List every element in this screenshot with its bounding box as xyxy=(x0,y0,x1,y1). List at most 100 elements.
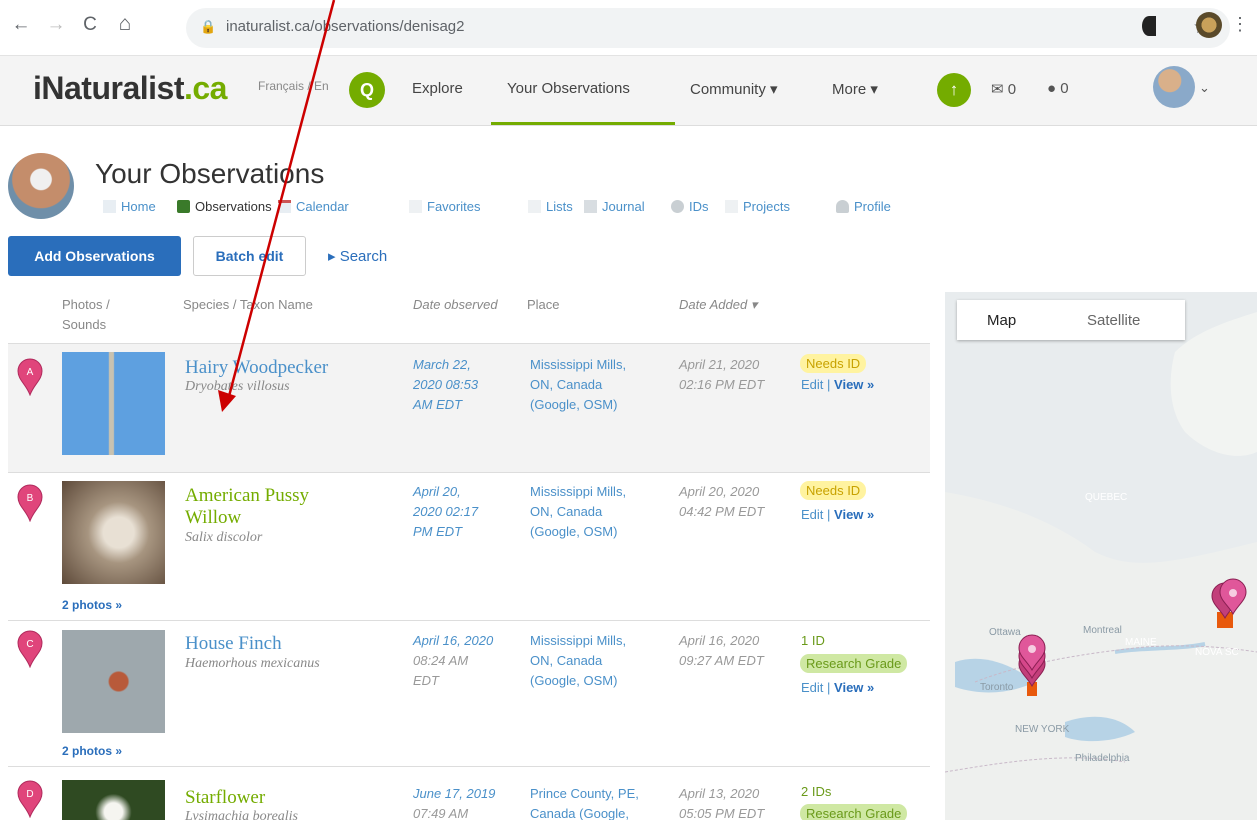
col-photos-header: Photos / Sounds xyxy=(62,297,110,332)
nav-more[interactable]: More ▾ xyxy=(832,80,878,98)
url-text[interactable]: inaturalist.ca/observations/denisag2 xyxy=(226,18,464,35)
status-badge: Research Grade xyxy=(800,654,908,673)
observation-photo[interactable] xyxy=(62,352,165,455)
map-canvas xyxy=(945,292,1257,820)
date-added: April 20, 2020 04:42 PM EDT xyxy=(679,484,765,519)
satellite-tab[interactable]: Satellite xyxy=(1087,312,1140,329)
status-badge: Needs ID xyxy=(800,481,867,500)
species-scientific-name: Haemorhous mexicanus xyxy=(185,656,320,671)
view-link[interactable]: View » xyxy=(834,377,874,392)
subnav-observations[interactable]: Observations xyxy=(177,199,272,214)
add-observations-button[interactable]: Add Observations xyxy=(8,236,181,276)
person-icon xyxy=(836,200,849,213)
forward-icon[interactable]: → xyxy=(43,14,69,36)
date-observed[interactable]: March 22, 2020 08:53 AM EDT xyxy=(413,355,523,415)
projects-icon xyxy=(725,200,738,213)
upload-icon[interactable]: ↑ xyxy=(937,73,971,107)
species-common-name[interactable]: Starflower xyxy=(185,787,395,809)
observations-map[interactable]: Ottawa Montreal Toronto NEW YORK Philade… xyxy=(945,292,1257,820)
subnav-profile[interactable]: Profile xyxy=(836,199,891,214)
map-label-toronto: Toronto xyxy=(980,682,1014,693)
map-label-new-york: NEW YORK xyxy=(1015,724,1070,735)
observation-photo[interactable] xyxy=(62,481,165,584)
date-observed[interactable]: April 20, 2020 02:17 PM EDT xyxy=(413,482,523,542)
subnav-journal[interactable]: Journal xyxy=(584,199,645,214)
back-icon[interactable]: ← xyxy=(8,14,34,36)
place[interactable]: Mississippi Mills, ON, Canada (Google, OSM… xyxy=(530,631,660,691)
search-icon[interactable]: Q xyxy=(349,72,385,108)
nav-your-observations[interactable]: Your Observations xyxy=(507,80,630,97)
view-link[interactable]: View » xyxy=(834,507,874,522)
browser-menu-icon[interactable]: ⋮ xyxy=(1231,14,1249,35)
binoculars-icon xyxy=(177,200,190,213)
observation-photo[interactable] xyxy=(62,780,165,820)
edit-link[interactable]: Edit xyxy=(801,680,823,695)
map-label-nova-scotia: NOVA SC xyxy=(1195,647,1239,658)
col-species-header[interactable]: Species / Taxon Name xyxy=(183,295,313,315)
species-common-name[interactable]: Hairy Woodpecker xyxy=(185,357,395,379)
site-logo[interactable]: iNaturalist.ca xyxy=(33,70,227,107)
date-observed[interactable]: June 17, 2019 07:49 AM xyxy=(413,784,523,820)
ids-icon xyxy=(671,200,684,213)
place[interactable]: Mississippi Mills, ON, Canada (Google, OSM… xyxy=(530,482,660,542)
nav-explore[interactable]: Explore xyxy=(412,80,463,97)
address-bar[interactable]: 🔒 inaturalist.ca/observations/denisag2 ☆ xyxy=(186,8,1230,48)
chevron-down-icon[interactable]: ⌄ xyxy=(1199,80,1210,96)
home-icon xyxy=(103,200,116,213)
edit-link[interactable]: Edit xyxy=(801,507,823,522)
id-count: 1 ID xyxy=(801,633,825,648)
messages-count: 0 xyxy=(1007,81,1017,98)
extension-icon[interactable] xyxy=(1142,16,1156,36)
comments-icon[interactable]: ● 0 xyxy=(1047,80,1069,97)
map-tab[interactable]: Map xyxy=(987,312,1016,329)
subnav-favorites[interactable]: Favorites xyxy=(409,199,480,214)
status-badge: Needs ID xyxy=(800,354,867,373)
more-photos-link[interactable]: 2 photos » xyxy=(62,598,122,612)
col-added-header[interactable]: Date Added ▾ xyxy=(679,295,757,315)
id-count: 2 IDs xyxy=(801,784,832,799)
place[interactable]: Prince County, PE, Canada (Google, xyxy=(530,784,660,820)
language-switcher[interactable]: Français / En xyxy=(258,79,329,93)
edit-link[interactable]: Edit xyxy=(801,377,823,392)
map-pin-icon: D xyxy=(17,780,43,818)
date-added: April 13, 2020 05:05 PM EDT xyxy=(679,786,765,820)
svg-text:C: C xyxy=(26,639,33,650)
nav-community[interactable]: Community ▾ xyxy=(690,80,778,98)
svg-text:B: B xyxy=(27,493,34,504)
col-place-header[interactable]: Place xyxy=(527,295,560,315)
search-toggle-link[interactable]: ▸ Search xyxy=(328,247,387,265)
map-label-philadelphia: Philadelphia xyxy=(1075,753,1130,764)
profile-icon[interactable] xyxy=(1196,12,1222,38)
observation-photo[interactable] xyxy=(62,630,165,733)
subnav-home[interactable]: Home xyxy=(103,199,156,214)
browser-toolbar: ← → C ⌂ 🔒 inaturalist.ca/observations/de… xyxy=(0,0,1257,56)
edit-view-links: Edit | View » xyxy=(801,377,875,392)
profile-avatar xyxy=(8,153,74,219)
subnav-lists[interactable]: Lists xyxy=(528,199,573,214)
reload-icon[interactable]: C xyxy=(77,14,103,36)
journal-icon xyxy=(584,200,597,213)
subnav-calendar[interactable]: Calendar xyxy=(278,199,349,214)
view-link[interactable]: View » xyxy=(834,680,874,695)
messages-icon[interactable]: ✉ 0 xyxy=(991,80,1016,98)
subnav-projects[interactable]: Projects xyxy=(725,199,790,214)
star-icon xyxy=(409,200,422,213)
date-observed[interactable]: April 16, 2020 08:24 AM EDT xyxy=(413,631,523,691)
home-icon[interactable]: ⌂ xyxy=(112,12,138,36)
subnav-ids[interactable]: IDs xyxy=(671,199,709,214)
species-scientific-name: Salix discolor xyxy=(185,530,263,545)
calendar-icon xyxy=(278,200,291,213)
col-date-header[interactable]: Date observed xyxy=(413,295,498,315)
batch-edit-button[interactable]: Batch edit xyxy=(193,236,306,276)
svg-text:A: A xyxy=(27,367,34,378)
date-added: April 21, 2020 02:16 PM EDT xyxy=(679,357,765,392)
species-common-name[interactable]: House Finch xyxy=(185,633,395,655)
map-label-montreal: Montreal xyxy=(1083,625,1122,636)
edit-view-links: Edit | View » xyxy=(801,507,875,522)
place[interactable]: Mississippi Mills, ON, Canada (Google, OSM… xyxy=(530,355,660,415)
user-avatar[interactable] xyxy=(1153,66,1195,108)
more-photos-link[interactable]: 2 photos » xyxy=(62,744,122,758)
map-label-maine: MAINE xyxy=(1125,637,1157,648)
row-divider xyxy=(8,472,930,473)
species-common-name[interactable]: American Pussy Willow xyxy=(185,485,360,529)
